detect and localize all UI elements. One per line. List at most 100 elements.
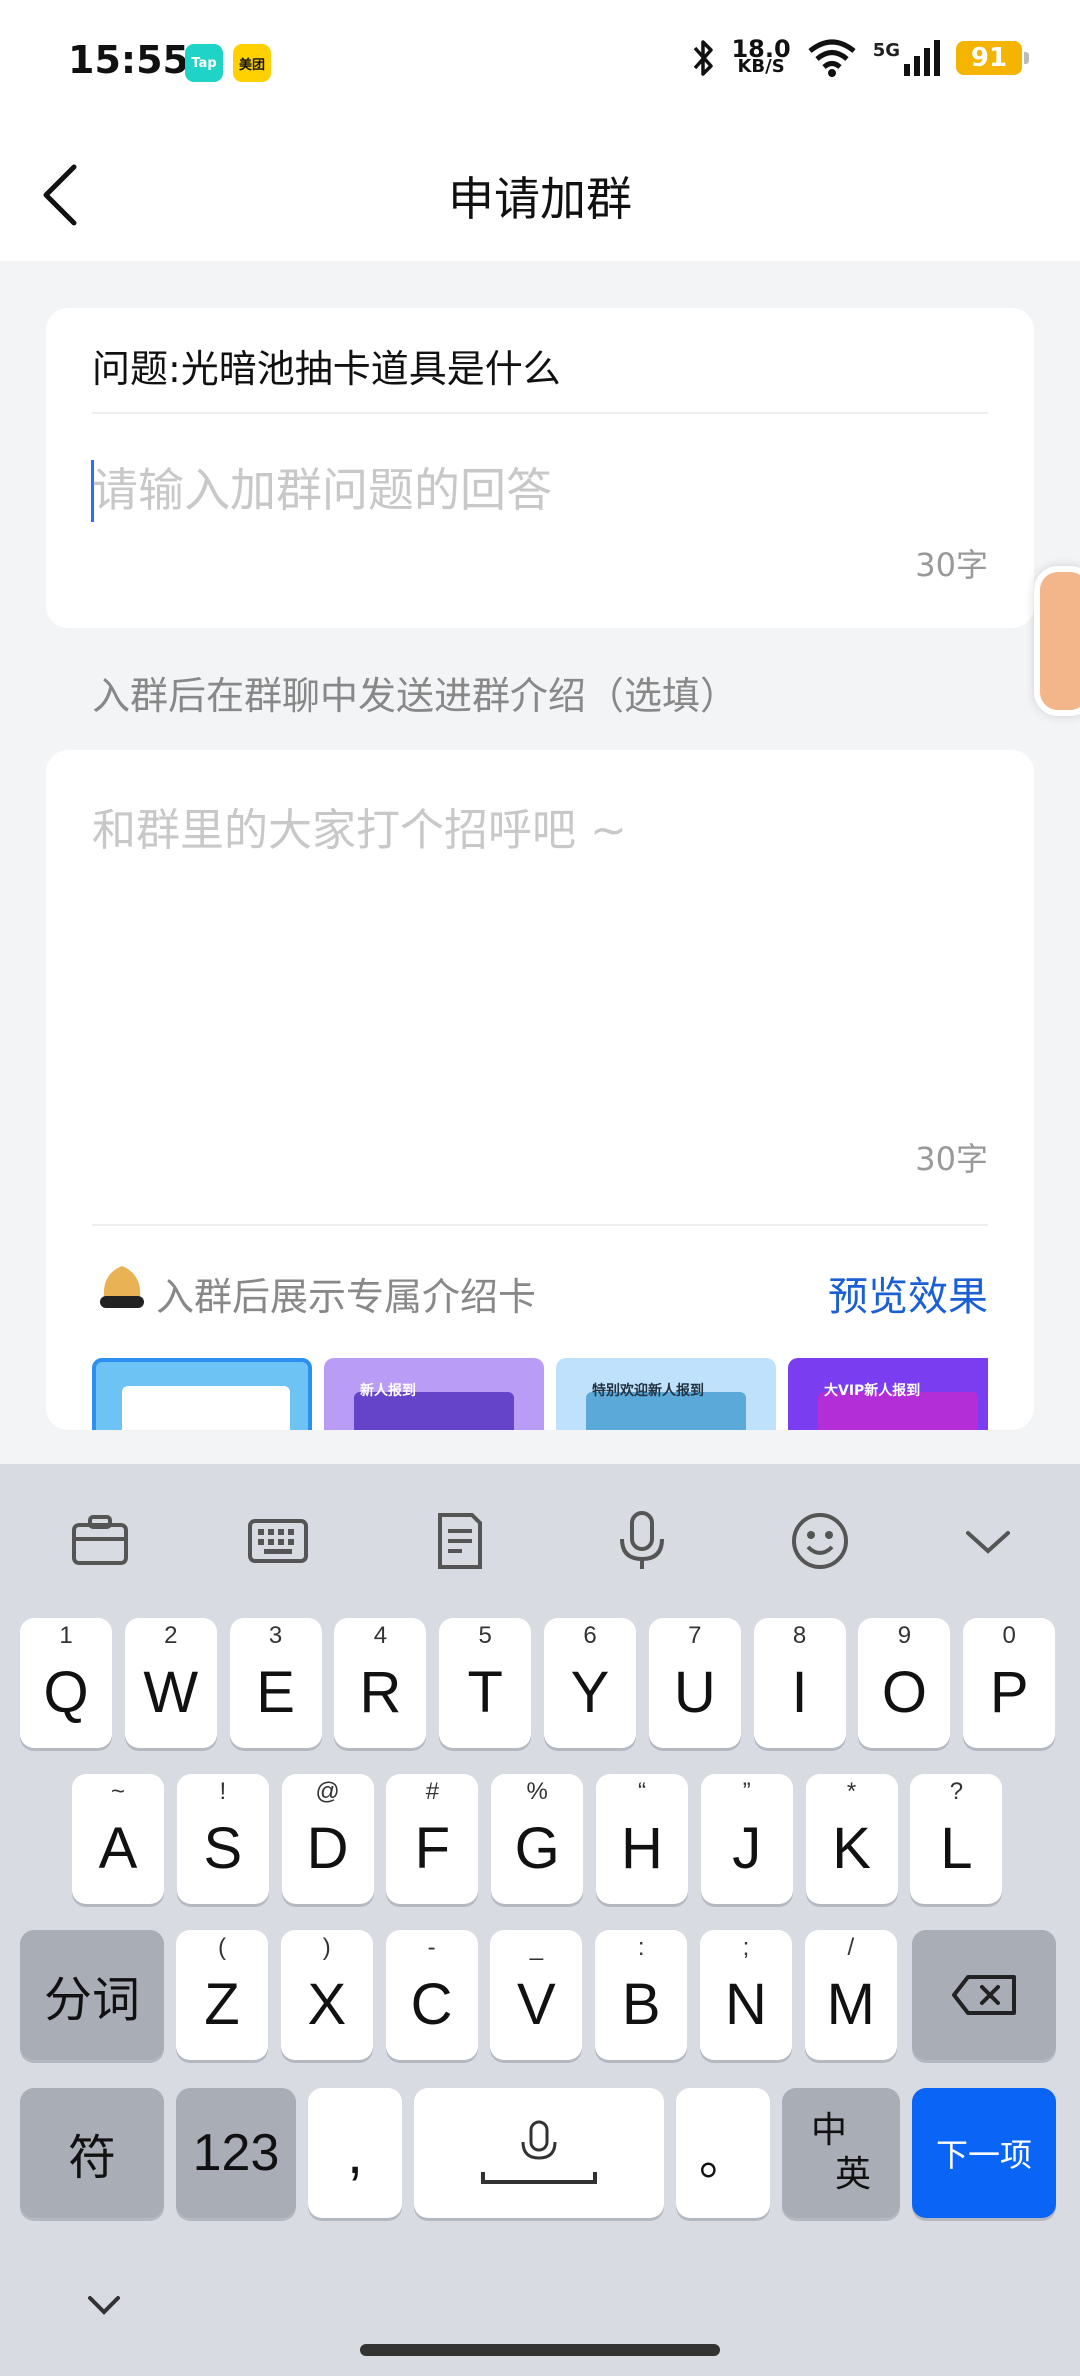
home-indicator[interactable] — [360, 2344, 720, 2356]
emoji-icon[interactable] — [788, 1509, 852, 1573]
key-hint: ! — [219, 1778, 227, 1805]
status-time: 15:55 — [68, 38, 189, 82]
key-hint: 3 — [268, 1622, 283, 1649]
key-label: B — [621, 1971, 661, 2037]
letter-key-t[interactable]: 5T — [439, 1618, 532, 1748]
key-hint: 2 — [164, 1622, 178, 1649]
language-switch-key[interactable]: 中英 — [782, 2088, 900, 2218]
intro-card-option[interactable]: 大VIP新人报到 — [788, 1358, 988, 1430]
key-label: Q — [43, 1659, 89, 1725]
letter-key-a[interactable]: ~ A — [72, 1774, 164, 1904]
intro-card-option[interactable]: 欢迎 — [92, 1358, 312, 1430]
key-label: T — [467, 1659, 503, 1725]
key-hint: 5 — [478, 1622, 492, 1649]
next-field-key[interactable]: 下一项 — [912, 2088, 1056, 2218]
letter-key-b[interactable]: :B — [595, 1930, 688, 2060]
meituan-app-icon: 美团 — [233, 44, 271, 82]
status-bar: 15:55 Tap 美团 18.0 KB/S 5G 91 — [0, 0, 1080, 125]
collapse-keyboard-icon[interactable] — [84, 2290, 124, 2320]
key-hint: @ — [315, 1778, 340, 1805]
key-hint: ? — [949, 1778, 964, 1805]
key-hint: % — [526, 1778, 548, 1805]
letter-key-e[interactable]: 3E — [229, 1618, 322, 1748]
letter-key-z[interactable]: (Z — [176, 1930, 268, 2060]
intro-card-option[interactable]: 特别欢迎新人报到 — [556, 1358, 776, 1430]
divider — [92, 412, 988, 414]
key-hint: ; — [742, 1934, 750, 1961]
letter-key-g[interactable]: % G — [491, 1774, 584, 1904]
letter-key-i[interactable]: 8I — [753, 1618, 846, 1748]
status-icons: 18.0 KB/S 5G 91 — [691, 37, 1029, 78]
key-hint: ( — [218, 1934, 226, 1961]
letter-key-l[interactable]: ? L — [910, 1774, 1003, 1904]
key-label: C — [410, 1971, 453, 2037]
letter-key-j[interactable]: ” J — [700, 1774, 793, 1904]
key-hint: ) — [322, 1934, 331, 1961]
period-key[interactable]: 。 — [676, 2088, 770, 2218]
symbol-key[interactable]: 符 — [20, 2088, 164, 2218]
wifi-icon — [808, 39, 856, 77]
key-label: E — [256, 1659, 295, 1725]
key-label: F — [414, 1815, 451, 1881]
letter-key-c[interactable]: -C — [385, 1930, 478, 2060]
letter-key-x[interactable]: ) X — [280, 1930, 373, 2060]
number-key[interactable]: 123 — [176, 2088, 296, 2218]
answer-input[interactable] — [92, 458, 972, 522]
key-hint: - — [427, 1934, 436, 1961]
floating-assistant-button[interactable] — [1034, 566, 1080, 716]
notepad-icon[interactable] — [428, 1509, 492, 1573]
key-label: Z — [204, 1971, 240, 2037]
letter-key-m[interactable]: / M — [804, 1930, 897, 2060]
space-key[interactable] — [414, 2088, 664, 2218]
space-mic-icon — [481, 2120, 597, 2184]
letter-key-u[interactable]: 7U — [648, 1618, 741, 1748]
letter-key-s[interactable]: ! S — [176, 1774, 269, 1904]
split-word-key[interactable]: 分词 — [20, 1930, 164, 2060]
key-hint: 7 — [688, 1622, 702, 1649]
chevron-down-icon[interactable] — [956, 1509, 1020, 1573]
key-hint: 6 — [583, 1622, 597, 1649]
key-label: X — [307, 1971, 347, 2037]
key-hint: : — [637, 1934, 645, 1961]
key-label: H — [621, 1815, 663, 1881]
letter-key-f[interactable]: # F — [386, 1774, 479, 1904]
intro-message-input[interactable] — [92, 800, 972, 860]
key-hint: * — [846, 1778, 857, 1805]
keyboard-toolbar — [0, 1464, 1080, 1614]
intro-card-picker: 欢迎 新人报到 特别欢迎新人报到 大VIP新人报到 — [92, 1358, 988, 1430]
key-hint: 8 — [792, 1622, 807, 1649]
key-label: G — [514, 1815, 560, 1881]
key-hint: 4 — [373, 1622, 388, 1649]
key-label: N — [725, 1971, 767, 2037]
letter-key-k[interactable]: * K — [805, 1774, 898, 1904]
letter-key-d[interactable]: @ D — [281, 1774, 374, 1904]
key-label: I — [791, 1659, 808, 1725]
key-hint: 0 — [1002, 1622, 1016, 1649]
intro-section-label: 入群后在群聊中发送进群介绍（选填） — [92, 674, 739, 718]
key-hint: 9 — [897, 1622, 912, 1649]
letter-key-v[interactable]: _ V — [490, 1930, 583, 2060]
key-label: D — [306, 1815, 349, 1881]
letter-key-y[interactable]: 6Y — [544, 1618, 636, 1748]
key-hint: ~ — [110, 1778, 125, 1805]
letter-key-q[interactable]: 1Q — [20, 1618, 112, 1748]
clipboard-icon[interactable] — [68, 1509, 132, 1573]
comma-key[interactable]: , — [308, 2088, 402, 2218]
letter-key-o[interactable]: 9O — [858, 1618, 951, 1748]
intro-card-option[interactable]: 新人报到 — [324, 1358, 544, 1430]
letter-key-w[interactable]: 2W — [124, 1618, 217, 1748]
key-hint: 1 — [59, 1622, 73, 1649]
soft-keyboard: 1Q2W3E4R5T6Y7U8I9O0P ~ A! S @ D # F% G “H” J * K? L … — [0, 1464, 1080, 2376]
backspace-key[interactable] — [912, 1930, 1056, 2060]
letter-key-n[interactable]: ; N — [700, 1930, 792, 2060]
letter-key-h[interactable]: “H — [596, 1774, 688, 1904]
key-label: V — [517, 1971, 556, 2037]
key-label: O — [881, 1659, 927, 1725]
mic-icon[interactable] — [610, 1509, 674, 1573]
preview-effect-link[interactable]: 预览效果 — [828, 1264, 988, 1322]
key-hint: ” — [742, 1778, 751, 1805]
letter-key-p[interactable]: 0P — [963, 1618, 1056, 1748]
battery-indicator: 91 — [956, 41, 1029, 75]
letter-key-r[interactable]: 4R — [334, 1618, 427, 1748]
keyboard-icon[interactable] — [246, 1509, 310, 1573]
